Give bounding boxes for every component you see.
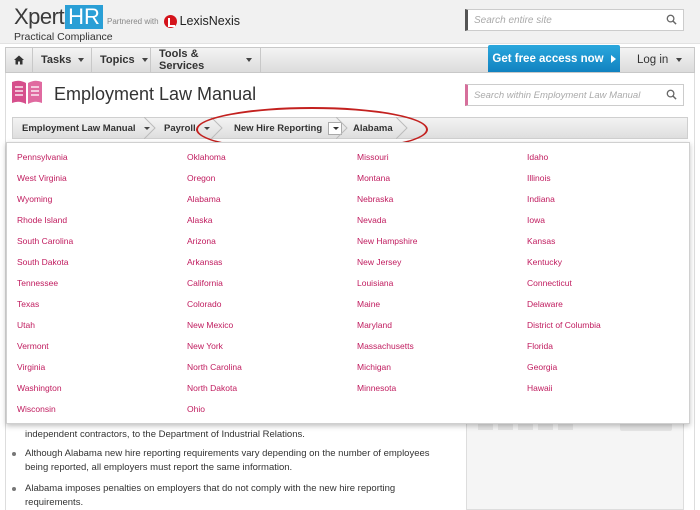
bullet-icon: [12, 452, 16, 456]
state-link[interactable]: Oklahoma: [187, 152, 226, 162]
state-link[interactable]: Oregon: [187, 173, 215, 183]
state-link[interactable]: West Virginia: [17, 173, 67, 183]
article-text: being reported, all employers must repor…: [25, 462, 293, 473]
bullet-icon: [12, 487, 16, 491]
state-link[interactable]: Wyoming: [17, 194, 52, 204]
state-link[interactable]: Washington: [17, 383, 62, 393]
state-link[interactable]: Vermont: [17, 341, 49, 351]
logo-text: Xpert: [14, 4, 65, 29]
site-header: Xpert HR Practical Compliance Partnered …: [0, 0, 700, 44]
state-link[interactable]: Georgia: [527, 362, 557, 372]
article-text: Although Alabama new hire reporting requ…: [25, 448, 430, 459]
state-link[interactable]: North Dakota: [187, 383, 237, 393]
state-link[interactable]: Pennsylvania: [17, 152, 68, 162]
state-link[interactable]: South Carolina: [17, 236, 73, 246]
state-link[interactable]: New Hampshire: [357, 236, 417, 246]
search-icon[interactable]: [666, 14, 677, 25]
book-icon: [12, 80, 42, 104]
page-title: Employment Law Manual: [54, 84, 257, 104]
state-link[interactable]: Alabama: [187, 194, 221, 204]
state-link[interactable]: Nebraska: [357, 194, 393, 204]
arrow-right-icon: [610, 54, 616, 63]
login-label: Log in: [637, 54, 669, 66]
state-link[interactable]: Maryland: [357, 320, 392, 330]
state-link[interactable]: North Carolina: [187, 362, 242, 372]
xperthr-logo[interactable]: Xpert HR Practical Compliance: [14, 4, 113, 44]
logo-accent: HR: [65, 5, 103, 29]
article-text: independent contractors, to the Departme…: [25, 429, 305, 440]
state-link[interactable]: California: [187, 278, 223, 288]
state-link[interactable]: New York: [187, 341, 223, 351]
state-link[interactable]: Louisiana: [357, 278, 393, 288]
state-link[interactable]: Illinois: [527, 173, 551, 183]
state-link[interactable]: Texas: [17, 299, 39, 309]
home-icon: [14, 55, 24, 65]
nav-topics[interactable]: Topics: [92, 48, 151, 72]
state-link[interactable]: New Mexico: [187, 320, 233, 330]
sidebar-box: [466, 420, 684, 510]
state-link[interactable]: Indiana: [527, 194, 555, 204]
manual-search-input[interactable]: Search within Employment Law Manual: [465, 84, 684, 106]
state-link[interactable]: Michigan: [357, 362, 391, 372]
chevron-down-icon: [141, 58, 148, 62]
breadcrumb-label: Payroll: [164, 122, 196, 134]
breadcrumb-separator-icon: [144, 117, 156, 139]
site-search-input[interactable]: Search entire site: [465, 9, 684, 31]
state-link[interactable]: Connecticut: [527, 278, 572, 288]
state-link[interactable]: Kansas: [527, 236, 555, 246]
state-link[interactable]: Virginia: [17, 362, 45, 372]
site-search-placeholder: Search entire site: [474, 15, 552, 26]
lexisnexis-icon: [163, 14, 177, 28]
article-text: requirements.: [25, 497, 84, 508]
nav-tools-label: Tools & Services: [159, 48, 205, 72]
state-link[interactable]: Minnesota: [357, 383, 396, 393]
state-link[interactable]: Arizona: [187, 236, 216, 246]
state-link[interactable]: Colorado: [187, 299, 222, 309]
chevron-down-icon: [78, 58, 85, 62]
breadcrumb-employment-law-manual[interactable]: Employment Law Manual: [22, 118, 150, 138]
cta-label: Get free access now: [492, 52, 604, 65]
state-link[interactable]: Nevada: [357, 215, 386, 225]
state-link[interactable]: Hawaii: [527, 383, 553, 393]
article-text: Alabama imposes penalties on employers t…: [25, 483, 396, 494]
state-link[interactable]: Missouri: [357, 152, 389, 162]
state-link[interactable]: Alaska: [187, 215, 213, 225]
state-link[interactable]: District of Columbia: [527, 320, 601, 330]
partner-badge: Partnered with LexisNexis: [107, 14, 240, 28]
partner-text: Partnered with: [107, 16, 159, 26]
states-dropdown: Pennsylvania West Virginia Wyoming Rhode Is…: [6, 142, 690, 424]
state-link[interactable]: Kentucky: [527, 257, 562, 267]
state-link[interactable]: Delaware: [527, 299, 563, 309]
state-link[interactable]: Maine: [357, 299, 380, 309]
state-link[interactable]: Massachusetts: [357, 341, 414, 351]
state-link[interactable]: Montana: [357, 173, 390, 183]
nav-tasks-label: Tasks: [41, 54, 72, 66]
search-icon[interactable]: [666, 89, 677, 100]
chevron-down-icon: [676, 58, 683, 62]
state-link[interactable]: Arkansas: [187, 257, 222, 267]
state-link[interactable]: New Jersey: [357, 257, 401, 267]
state-link[interactable]: Florida: [527, 341, 553, 351]
state-link[interactable]: South Dakota: [17, 257, 69, 267]
get-free-access-button[interactable]: Get free access now: [488, 45, 620, 72]
nav-home[interactable]: [6, 48, 33, 72]
state-link[interactable]: Idaho: [527, 152, 548, 162]
login-menu[interactable]: Log in: [628, 48, 694, 72]
state-link[interactable]: Tennessee: [17, 278, 58, 288]
chevron-down-icon: [246, 58, 252, 62]
state-link[interactable]: Wisconsin: [17, 404, 56, 414]
nav-tasks[interactable]: Tasks: [33, 48, 92, 72]
breadcrumb-label: Employment Law Manual: [22, 122, 136, 134]
partner-name: LexisNexis: [179, 14, 241, 28]
nav-topics-label: Topics: [100, 54, 135, 66]
nav-tools-services[interactable]: Tools & Services: [151, 48, 261, 72]
state-link[interactable]: Iowa: [527, 215, 545, 225]
manual-search-placeholder: Search within Employment Law Manual: [474, 90, 641, 101]
state-link[interactable]: Utah: [17, 320, 35, 330]
state-link[interactable]: Ohio: [187, 404, 205, 414]
state-link[interactable]: Rhode Island: [17, 215, 67, 225]
logo-tagline: Practical Compliance: [14, 31, 113, 43]
